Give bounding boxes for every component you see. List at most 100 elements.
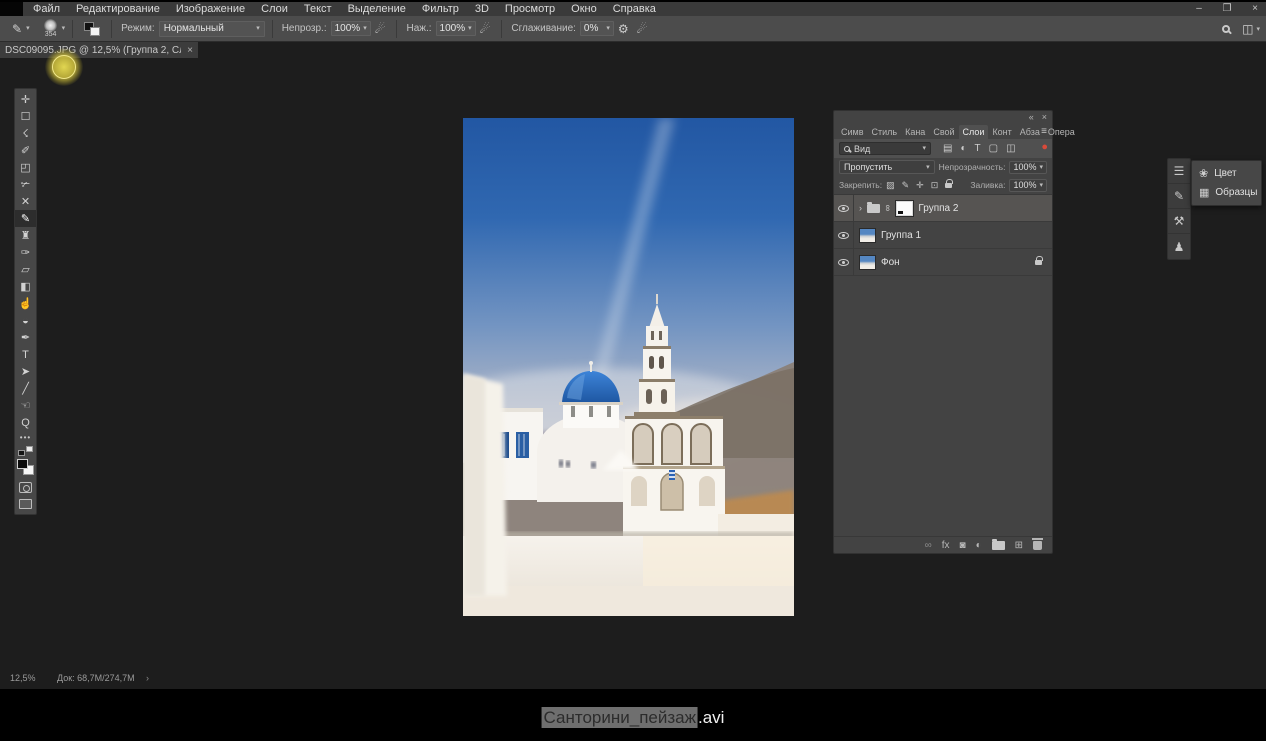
restore-button[interactable]: ❐ [1220,2,1234,16]
screen-mode-button[interactable] [19,499,32,509]
flyout-color-item[interactable]: ❀ Цвет [1192,165,1261,182]
layer-blend-mode-select[interactable]: Пропустить ▾ [839,160,935,174]
flow-input[interactable]: 100% ▾ [436,21,476,36]
quick-selection-tool[interactable]: ✐ [15,142,36,159]
tab-close-icon[interactable]: × [187,45,193,56]
layer-filter-select[interactable]: Вид ▾ [839,142,931,155]
filter-toggle-icon[interactable]: ● [1041,141,1048,153]
filter-pixel-icon[interactable]: ▤ [943,143,952,154]
lock-position-icon[interactable]: ✛ [916,180,924,191]
gear-icon[interactable]: ⚙ [618,22,629,36]
tab-paragraph[interactable]: Абза [1016,125,1044,139]
menu-file[interactable]: Файл [25,2,68,16]
brush-preset-picker[interactable]: 354 [40,19,62,38]
layer-mask-thumbnail[interactable] [896,201,913,216]
filter-type-icon[interactable]: T [975,143,981,154]
properties-dock-icon[interactable]: ✎ [1168,184,1190,209]
healing-brush-tool[interactable]: ✕ [15,193,36,210]
character-dock-icon[interactable]: ♟ [1168,234,1190,259]
new-group-button[interactable] [992,541,1005,550]
move-tool[interactable]: ✛ [15,91,36,108]
menu-filter[interactable]: Фильтр [414,2,467,16]
flyout-swatches-item[interactable]: ▦ Образцы [1192,184,1261,201]
eyedropper-tool[interactable]: ✃ [15,176,36,193]
menu-type[interactable]: Текст [296,2,340,16]
lock-paint-icon[interactable]: ✎ [902,180,910,191]
crop-tool[interactable]: ◰ [15,159,36,176]
smudge-tool[interactable]: ☝ [15,295,36,312]
tab-channels[interactable]: Кана [901,125,929,139]
line-tool[interactable]: ╱ [15,380,36,397]
path-selection-tool[interactable]: ➤ [15,363,36,380]
search-icon[interactable] [1222,25,1230,33]
airbrush-pressure-icon[interactable]: ☄ [375,22,386,36]
lock-all-icon[interactable] [945,183,952,188]
fill-input[interactable]: 100% ▾ [1009,179,1047,192]
lasso-tool[interactable]: ☇ [15,125,36,142]
layer-name[interactable]: Группа 1 [881,230,921,241]
default-colors-icon[interactable] [18,446,33,456]
quick-mask-button[interactable] [19,482,32,493]
tab-actions[interactable]: Опера [1044,125,1079,139]
pressure-size-icon[interactable]: ☄ [637,22,648,36]
blend-mode-select[interactable]: Нормальный ▾ [159,21,265,37]
layer-row-group-2[interactable]: › ∞ Группа 2 [834,195,1052,222]
menu-select[interactable]: Выделение [340,2,414,16]
document-tab[interactable]: DSC09095.JPG @ 12,5% (Группа 2, Слой-мас… [0,42,198,58]
layer-opacity-input[interactable]: 100% ▾ [1009,161,1047,174]
panel-close-icon[interactable]: × [1042,112,1047,122]
menu-3d[interactable]: 3D [467,2,497,16]
filter-adjustment-icon[interactable]: ◐ [960,143,966,154]
airbrush-icon[interactable]: ☄ [480,22,491,36]
document-canvas[interactable] [463,118,794,616]
layer-name[interactable]: Фон [881,257,900,268]
visibility-eye-icon[interactable] [838,205,849,212]
filter-smart-object-icon[interactable]: ◫ [1006,143,1015,154]
mask-link-icon[interactable]: ∞ [883,205,893,211]
menu-edit[interactable]: Редактирование [68,2,168,16]
status-chevron-icon[interactable]: › [146,673,149,683]
tab-paths[interactable]: Конт [988,125,1015,139]
pen-tool[interactable]: ✒ [15,329,36,346]
tab-styles[interactable]: Стиль [868,125,902,139]
eraser-tool[interactable]: ▱ [15,261,36,278]
type-tool[interactable]: T [15,346,36,363]
opacity-input[interactable]: 100% ▾ [331,21,371,36]
delete-layer-button[interactable] [1033,541,1042,550]
menu-image[interactable]: Изображение [168,2,253,16]
edit-toolbar-button[interactable]: ••• [15,431,36,443]
dodge-tool[interactable]: ◒ [15,312,36,329]
layer-thumbnail[interactable] [859,228,876,243]
minimize-button[interactable]: – [1192,2,1206,16]
workspace-switcher[interactable]: ◫ ▾ [1242,22,1260,36]
toggle-brush-panel-button[interactable] [84,22,100,36]
expand-group-icon[interactable]: › [859,203,862,213]
tab-layers[interactable]: Слои [959,125,989,139]
adjustment-layer-button[interactable]: ◐ [976,540,982,551]
foreground-background-swatches[interactable] [17,459,34,475]
tool-preset-picker[interactable]: ✎ ▾ [8,22,30,36]
hand-tool[interactable]: ☜ [15,397,36,414]
menu-view[interactable]: Просмотр [497,2,563,16]
brush-tool[interactable]: ✎ [15,210,36,227]
gradient-tool[interactable]: ◧ [15,278,36,295]
layer-row-group-1[interactable]: Группа 1 [834,222,1052,249]
filter-shape-icon[interactable]: ▢ [989,143,998,154]
visibility-eye-icon[interactable] [838,259,849,266]
lock-transparency-icon[interactable]: ▨ [886,180,895,191]
menu-layers[interactable]: Слои [253,2,296,16]
foreground-color-swatch[interactable] [17,459,28,469]
marquee-tool[interactable]: ☐ [15,108,36,125]
layer-style-button[interactable]: fx [942,540,950,551]
layer-thumbnail[interactable] [859,255,876,270]
color-dock-icon[interactable]: ☰ [1168,159,1190,184]
new-layer-button[interactable]: ⊞ [1015,540,1023,551]
menu-help[interactable]: Справка [605,2,664,16]
layer-row-background[interactable]: Фон [834,249,1052,276]
add-mask-button[interactable]: ◙ [960,540,966,551]
smoothing-input[interactable]: 0% ▾ [580,21,614,36]
brushes-dock-icon[interactable]: ⚒ [1168,209,1190,234]
panel-menu-icon[interactable]: ≡ [1041,126,1047,137]
menu-window[interactable]: Окно [563,2,605,16]
tab-properties[interactable]: Свой [929,125,958,139]
